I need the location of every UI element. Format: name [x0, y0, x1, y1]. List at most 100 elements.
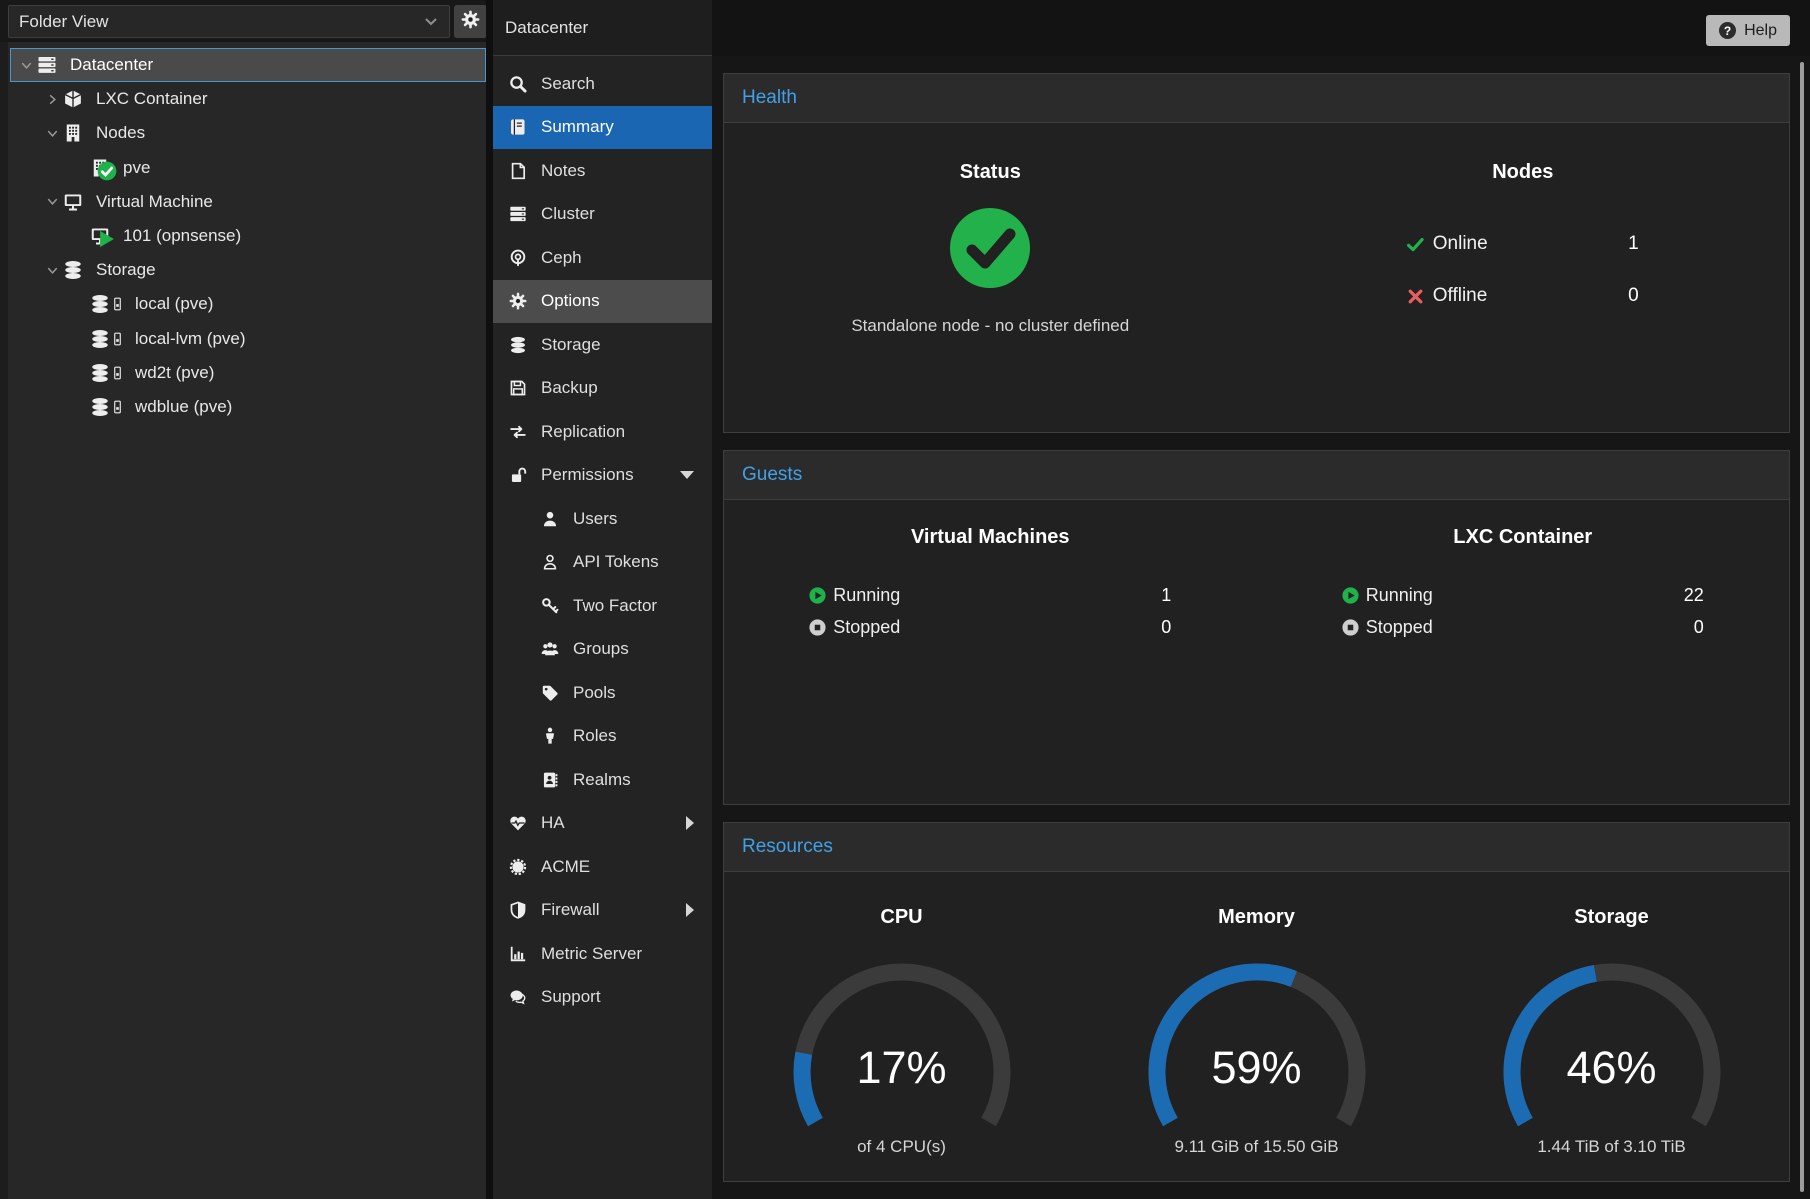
tree-item-local-lvm-pve[interactable]: local-lvm (pve): [10, 322, 486, 356]
nav-item-ha[interactable]: HA: [493, 802, 712, 846]
tree-item-label: Storage: [96, 260, 156, 280]
vm-stopped-row: Stopped 0: [809, 611, 1171, 643]
nav-item-roles[interactable]: Roles: [493, 715, 712, 759]
health-panel: Status Standalone node - no cluster defi…: [723, 123, 1790, 433]
resource-tree: Datacenter LXC Container Nodes pve Virtual M…: [10, 48, 486, 424]
chevron-down-icon[interactable]: [41, 194, 63, 209]
check-icon: [1407, 236, 1433, 253]
tree-item-label: LXC Container: [96, 89, 208, 109]
nav-item-realms[interactable]: Realms: [493, 758, 712, 802]
chevron-right-icon[interactable]: [41, 92, 63, 107]
nav-item-pools[interactable]: Pools: [493, 671, 712, 715]
heartbeat-icon: [508, 813, 528, 833]
health-nodes-column: Nodes Online 1 Offline 0: [1257, 123, 1790, 432]
lxc-running-label: Running: [1366, 585, 1433, 606]
expander-right-icon[interactable]: [686, 903, 694, 917]
nav-item-label: Ceph: [541, 248, 582, 268]
nav-item-label: Roles: [573, 726, 616, 746]
top-bar: ? Help: [712, 0, 1810, 56]
guests-band: Guests: [723, 450, 1790, 500]
tree-item-label: Datacenter: [70, 55, 153, 75]
expander-right-icon[interactable]: [686, 816, 694, 830]
nav-item-firewall[interactable]: Firewall: [493, 889, 712, 933]
database-drive-icon: [90, 328, 126, 350]
stopped-icon: [1342, 619, 1366, 636]
nav-item-options[interactable]: Options: [493, 280, 712, 324]
nav-item-permissions[interactable]: Permissions: [493, 454, 712, 498]
tree-settings-button[interactable]: [454, 5, 487, 38]
tree-item-pve[interactable]: pve: [10, 151, 486, 185]
online-count: 1: [1628, 233, 1639, 255]
main-content: Health Status Standalone node - no clust…: [712, 56, 1810, 1199]
tree-item-datacenter[interactable]: Datacenter: [10, 48, 486, 82]
running-play-badge: [97, 229, 117, 249]
nav-item-api-tokens[interactable]: API Tokens: [493, 541, 712, 585]
tree-item-101-opnsense[interactable]: 101 (opnsense): [10, 219, 486, 253]
panel-splitter[interactable]: [486, 0, 493, 1199]
nav-item-ceph[interactable]: Ceph: [493, 236, 712, 280]
bar-chart-icon: [508, 944, 528, 964]
tree-item-virtual-machine[interactable]: Virtual Machine: [10, 185, 486, 219]
help-button[interactable]: ? Help: [1706, 15, 1790, 46]
building-icon: [90, 157, 114, 179]
nav-item-groups[interactable]: Groups: [493, 628, 712, 672]
cross-icon: [1407, 288, 1433, 305]
vm-title: Virtual Machines: [724, 526, 1257, 549]
memory-gauge: 59%: [1127, 947, 1387, 1133]
nav-item-two-factor[interactable]: Two Factor: [493, 584, 712, 628]
lxc-running-row: Running 22: [1342, 579, 1704, 611]
status-ok-icon: [724, 206, 1257, 290]
nav-item-replication[interactable]: Replication: [493, 410, 712, 454]
nav-item-storage[interactable]: Storage: [493, 323, 712, 367]
nav-item-label: Search: [541, 74, 595, 94]
expander-down-icon[interactable]: [680, 471, 694, 479]
status-title: Status: [724, 161, 1257, 184]
nav-item-label: Metric Server: [541, 944, 642, 964]
tree-item-label: pve: [123, 158, 150, 178]
nav-item-search[interactable]: Search: [493, 62, 712, 106]
nodes-title: Nodes: [1257, 161, 1790, 184]
content-scrollbar: [1797, 56, 1810, 1199]
nav-item-label: API Tokens: [573, 552, 659, 572]
nav-item-label: HA: [541, 813, 565, 833]
tree-item-storage[interactable]: Storage: [10, 253, 486, 287]
offline-label: Offline: [1433, 285, 1488, 307]
tag-icon: [540, 683, 560, 703]
nav-item-label: Users: [573, 509, 617, 529]
chevron-down-icon[interactable]: [15, 58, 37, 73]
lxc-title: LXC Container: [1257, 526, 1790, 549]
chevron-down-icon[interactable]: [41, 126, 63, 141]
nav-item-summary[interactable]: Summary: [493, 106, 712, 150]
guests-panel: Virtual Machines Running 1 Stopped: [723, 500, 1790, 805]
tree-item-local-pve[interactable]: local (pve): [10, 287, 486, 321]
tree-item-label: local (pve): [135, 294, 213, 314]
cpu-gauge-column: CPU 17% of 4 CPU(s): [724, 872, 1079, 1181]
book-icon: [508, 117, 528, 137]
nav-item-metric-server[interactable]: Metric Server: [493, 932, 712, 976]
resources-panel: CPU 17% of 4 CPU(s) Memory 59% 9.11 GiB …: [723, 872, 1790, 1182]
nav-item-label: Support: [541, 987, 601, 1007]
tree-item-nodes[interactable]: Nodes: [10, 116, 486, 150]
server-stack-icon: [37, 54, 61, 76]
chevron-down-icon[interactable]: [41, 263, 63, 278]
nav-item-users[interactable]: Users: [493, 497, 712, 541]
stopped-icon: [809, 619, 833, 636]
tree-item-wd2t-pve[interactable]: wd2t (pve): [10, 356, 486, 390]
lxc-running-count: 22: [1684, 585, 1704, 606]
view-selector[interactable]: Folder View: [8, 5, 450, 38]
nav-item-label: Storage: [541, 335, 601, 355]
tree-item-wdblue-pve[interactable]: wdblue (pve): [10, 390, 486, 424]
nav-item-cluster[interactable]: Cluster: [493, 193, 712, 237]
nav-item-notes[interactable]: Notes: [493, 149, 712, 193]
tree-item-lxc-container[interactable]: LXC Container: [10, 82, 486, 116]
nav-item-support[interactable]: Support: [493, 976, 712, 1020]
storage-title: Storage: [1434, 906, 1789, 929]
ceph-icon: [508, 248, 528, 268]
nav-item-backup[interactable]: Backup: [493, 367, 712, 411]
resource-tree-panel: Datacenter LXC Container Nodes pve Virtual M…: [0, 42, 486, 1199]
chevron-down-icon: [425, 18, 437, 26]
scrollbar-thumb[interactable]: [1800, 62, 1804, 1192]
nav-item-label: Cluster: [541, 204, 595, 224]
tree-item-label: 101 (opnsense): [123, 226, 241, 246]
nav-item-acme[interactable]: ACME: [493, 845, 712, 889]
